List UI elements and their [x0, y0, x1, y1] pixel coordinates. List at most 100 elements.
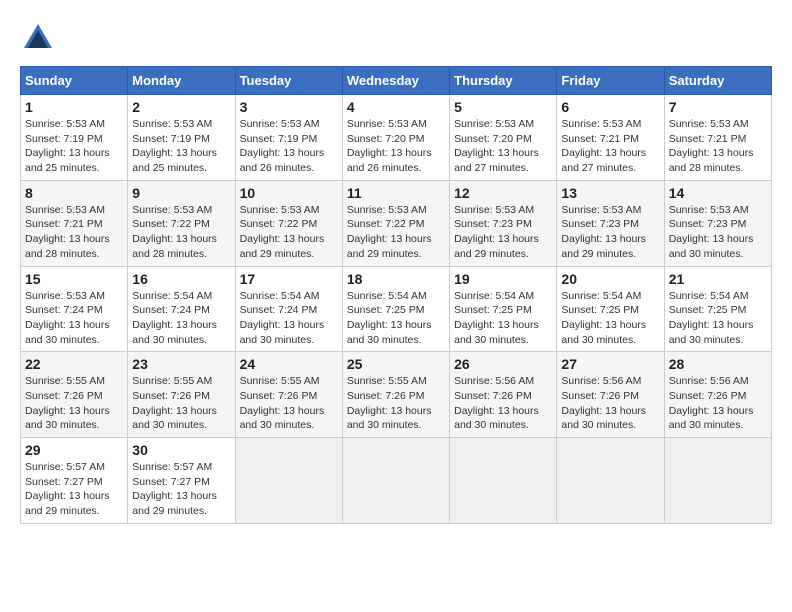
calendar-cell: 19 Sunrise: 5:54 AM Sunset: 7:25 PM Dayl…	[450, 266, 557, 352]
sunrise-label: Sunrise: 5:53 AM	[132, 204, 212, 216]
day-info: Sunrise: 5:53 AM Sunset: 7:24 PM Dayligh…	[25, 289, 123, 348]
day-info: Sunrise: 5:54 AM Sunset: 7:25 PM Dayligh…	[561, 289, 659, 348]
sunset-label: Sunset: 7:19 PM	[25, 133, 103, 145]
day-info: Sunrise: 5:56 AM Sunset: 7:26 PM Dayligh…	[669, 374, 767, 433]
day-info: Sunrise: 5:54 AM Sunset: 7:25 PM Dayligh…	[454, 289, 552, 348]
sunrise-label: Sunrise: 5:55 AM	[347, 375, 427, 387]
day-number: 7	[669, 99, 767, 115]
daylight-label: Daylight: 13 hours and 25 minutes.	[25, 147, 110, 174]
calendar-cell: 16 Sunrise: 5:54 AM Sunset: 7:24 PM Dayl…	[128, 266, 235, 352]
day-info: Sunrise: 5:56 AM Sunset: 7:26 PM Dayligh…	[454, 374, 552, 433]
sunset-label: Sunset: 7:22 PM	[132, 218, 210, 230]
sunset-label: Sunset: 7:21 PM	[561, 133, 639, 145]
page-header	[20, 20, 772, 56]
daylight-label: Daylight: 13 hours and 25 minutes.	[132, 147, 217, 174]
logo-icon	[20, 20, 56, 56]
sunrise-label: Sunrise: 5:55 AM	[25, 375, 105, 387]
day-info: Sunrise: 5:54 AM Sunset: 7:24 PM Dayligh…	[132, 289, 230, 348]
calendar-cell: 21 Sunrise: 5:54 AM Sunset: 7:25 PM Dayl…	[664, 266, 771, 352]
daylight-label: Daylight: 13 hours and 30 minutes.	[454, 319, 539, 346]
day-number: 23	[132, 356, 230, 372]
day-number: 14	[669, 185, 767, 201]
day-number: 3	[240, 99, 338, 115]
calendar-cell: 23 Sunrise: 5:55 AM Sunset: 7:26 PM Dayl…	[128, 352, 235, 438]
calendar-week-4: 22 Sunrise: 5:55 AM Sunset: 7:26 PM Dayl…	[21, 352, 772, 438]
sunset-label: Sunset: 7:20 PM	[454, 133, 532, 145]
day-info: Sunrise: 5:53 AM Sunset: 7:19 PM Dayligh…	[25, 117, 123, 176]
sunset-label: Sunset: 7:19 PM	[240, 133, 318, 145]
sunrise-label: Sunrise: 5:53 AM	[240, 204, 320, 216]
day-info: Sunrise: 5:53 AM Sunset: 7:21 PM Dayligh…	[25, 203, 123, 262]
sunset-label: Sunset: 7:26 PM	[240, 390, 318, 402]
daylight-label: Daylight: 13 hours and 26 minutes.	[347, 147, 432, 174]
sunrise-label: Sunrise: 5:56 AM	[561, 375, 641, 387]
sunrise-label: Sunrise: 5:55 AM	[132, 375, 212, 387]
sunset-label: Sunset: 7:22 PM	[347, 218, 425, 230]
calendar-cell: 11 Sunrise: 5:53 AM Sunset: 7:22 PM Dayl…	[342, 180, 449, 266]
sunrise-label: Sunrise: 5:54 AM	[454, 290, 534, 302]
day-number: 5	[454, 99, 552, 115]
calendar-cell: 13 Sunrise: 5:53 AM Sunset: 7:23 PM Dayl…	[557, 180, 664, 266]
daylight-label: Daylight: 13 hours and 30 minutes.	[347, 405, 432, 432]
calendar-cell: 5 Sunrise: 5:53 AM Sunset: 7:20 PM Dayli…	[450, 95, 557, 181]
sunrise-label: Sunrise: 5:55 AM	[240, 375, 320, 387]
calendar-cell: 25 Sunrise: 5:55 AM Sunset: 7:26 PM Dayl…	[342, 352, 449, 438]
day-info: Sunrise: 5:54 AM Sunset: 7:25 PM Dayligh…	[347, 289, 445, 348]
calendar-cell: 15 Sunrise: 5:53 AM Sunset: 7:24 PM Dayl…	[21, 266, 128, 352]
sunset-label: Sunset: 7:27 PM	[132, 476, 210, 488]
calendar-cell: 17 Sunrise: 5:54 AM Sunset: 7:24 PM Dayl…	[235, 266, 342, 352]
sunset-label: Sunset: 7:20 PM	[347, 133, 425, 145]
day-header-saturday: Saturday	[664, 67, 771, 95]
sunrise-label: Sunrise: 5:53 AM	[25, 204, 105, 216]
day-number: 24	[240, 356, 338, 372]
daylight-label: Daylight: 13 hours and 30 minutes.	[132, 319, 217, 346]
sunset-label: Sunset: 7:23 PM	[669, 218, 747, 230]
sunrise-label: Sunrise: 5:53 AM	[25, 118, 105, 130]
calendar-cell: 4 Sunrise: 5:53 AM Sunset: 7:20 PM Dayli…	[342, 95, 449, 181]
sunset-label: Sunset: 7:26 PM	[347, 390, 425, 402]
sunrise-label: Sunrise: 5:53 AM	[454, 204, 534, 216]
sunset-label: Sunset: 7:24 PM	[25, 304, 103, 316]
sunset-label: Sunset: 7:24 PM	[240, 304, 318, 316]
day-number: 22	[25, 356, 123, 372]
day-info: Sunrise: 5:55 AM Sunset: 7:26 PM Dayligh…	[240, 374, 338, 433]
daylight-label: Daylight: 13 hours and 30 minutes.	[25, 319, 110, 346]
sunset-label: Sunset: 7:22 PM	[240, 218, 318, 230]
sunset-label: Sunset: 7:25 PM	[561, 304, 639, 316]
calendar-cell: 8 Sunrise: 5:53 AM Sunset: 7:21 PM Dayli…	[21, 180, 128, 266]
day-info: Sunrise: 5:55 AM Sunset: 7:26 PM Dayligh…	[132, 374, 230, 433]
calendar-cell: 10 Sunrise: 5:53 AM Sunset: 7:22 PM Dayl…	[235, 180, 342, 266]
calendar-cell: 26 Sunrise: 5:56 AM Sunset: 7:26 PM Dayl…	[450, 352, 557, 438]
calendar-cell: 9 Sunrise: 5:53 AM Sunset: 7:22 PM Dayli…	[128, 180, 235, 266]
calendar-cell: 27 Sunrise: 5:56 AM Sunset: 7:26 PM Dayl…	[557, 352, 664, 438]
calendar-cell: 18 Sunrise: 5:54 AM Sunset: 7:25 PM Dayl…	[342, 266, 449, 352]
day-info: Sunrise: 5:53 AM Sunset: 7:22 PM Dayligh…	[132, 203, 230, 262]
daylight-label: Daylight: 13 hours and 30 minutes.	[561, 405, 646, 432]
day-info: Sunrise: 5:53 AM Sunset: 7:20 PM Dayligh…	[347, 117, 445, 176]
sunrise-label: Sunrise: 5:56 AM	[454, 375, 534, 387]
calendar-cell: 29 Sunrise: 5:57 AM Sunset: 7:27 PM Dayl…	[21, 438, 128, 524]
day-info: Sunrise: 5:53 AM Sunset: 7:22 PM Dayligh…	[240, 203, 338, 262]
calendar-cell	[235, 438, 342, 524]
sunset-label: Sunset: 7:24 PM	[132, 304, 210, 316]
daylight-label: Daylight: 13 hours and 30 minutes.	[132, 405, 217, 432]
calendar-week-3: 15 Sunrise: 5:53 AM Sunset: 7:24 PM Dayl…	[21, 266, 772, 352]
sunset-label: Sunset: 7:25 PM	[669, 304, 747, 316]
sunset-label: Sunset: 7:25 PM	[347, 304, 425, 316]
day-number: 30	[132, 442, 230, 458]
daylight-label: Daylight: 13 hours and 30 minutes.	[25, 405, 110, 432]
day-header-friday: Friday	[557, 67, 664, 95]
sunrise-label: Sunrise: 5:54 AM	[347, 290, 427, 302]
daylight-label: Daylight: 13 hours and 28 minutes.	[669, 147, 754, 174]
day-info: Sunrise: 5:55 AM Sunset: 7:26 PM Dayligh…	[25, 374, 123, 433]
day-info: Sunrise: 5:56 AM Sunset: 7:26 PM Dayligh…	[561, 374, 659, 433]
sunset-label: Sunset: 7:19 PM	[132, 133, 210, 145]
day-info: Sunrise: 5:54 AM Sunset: 7:24 PM Dayligh…	[240, 289, 338, 348]
day-header-sunday: Sunday	[21, 67, 128, 95]
day-info: Sunrise: 5:55 AM Sunset: 7:26 PM Dayligh…	[347, 374, 445, 433]
daylight-label: Daylight: 13 hours and 30 minutes.	[347, 319, 432, 346]
sunset-label: Sunset: 7:26 PM	[669, 390, 747, 402]
day-number: 16	[132, 271, 230, 287]
sunrise-label: Sunrise: 5:53 AM	[669, 118, 749, 130]
day-number: 10	[240, 185, 338, 201]
